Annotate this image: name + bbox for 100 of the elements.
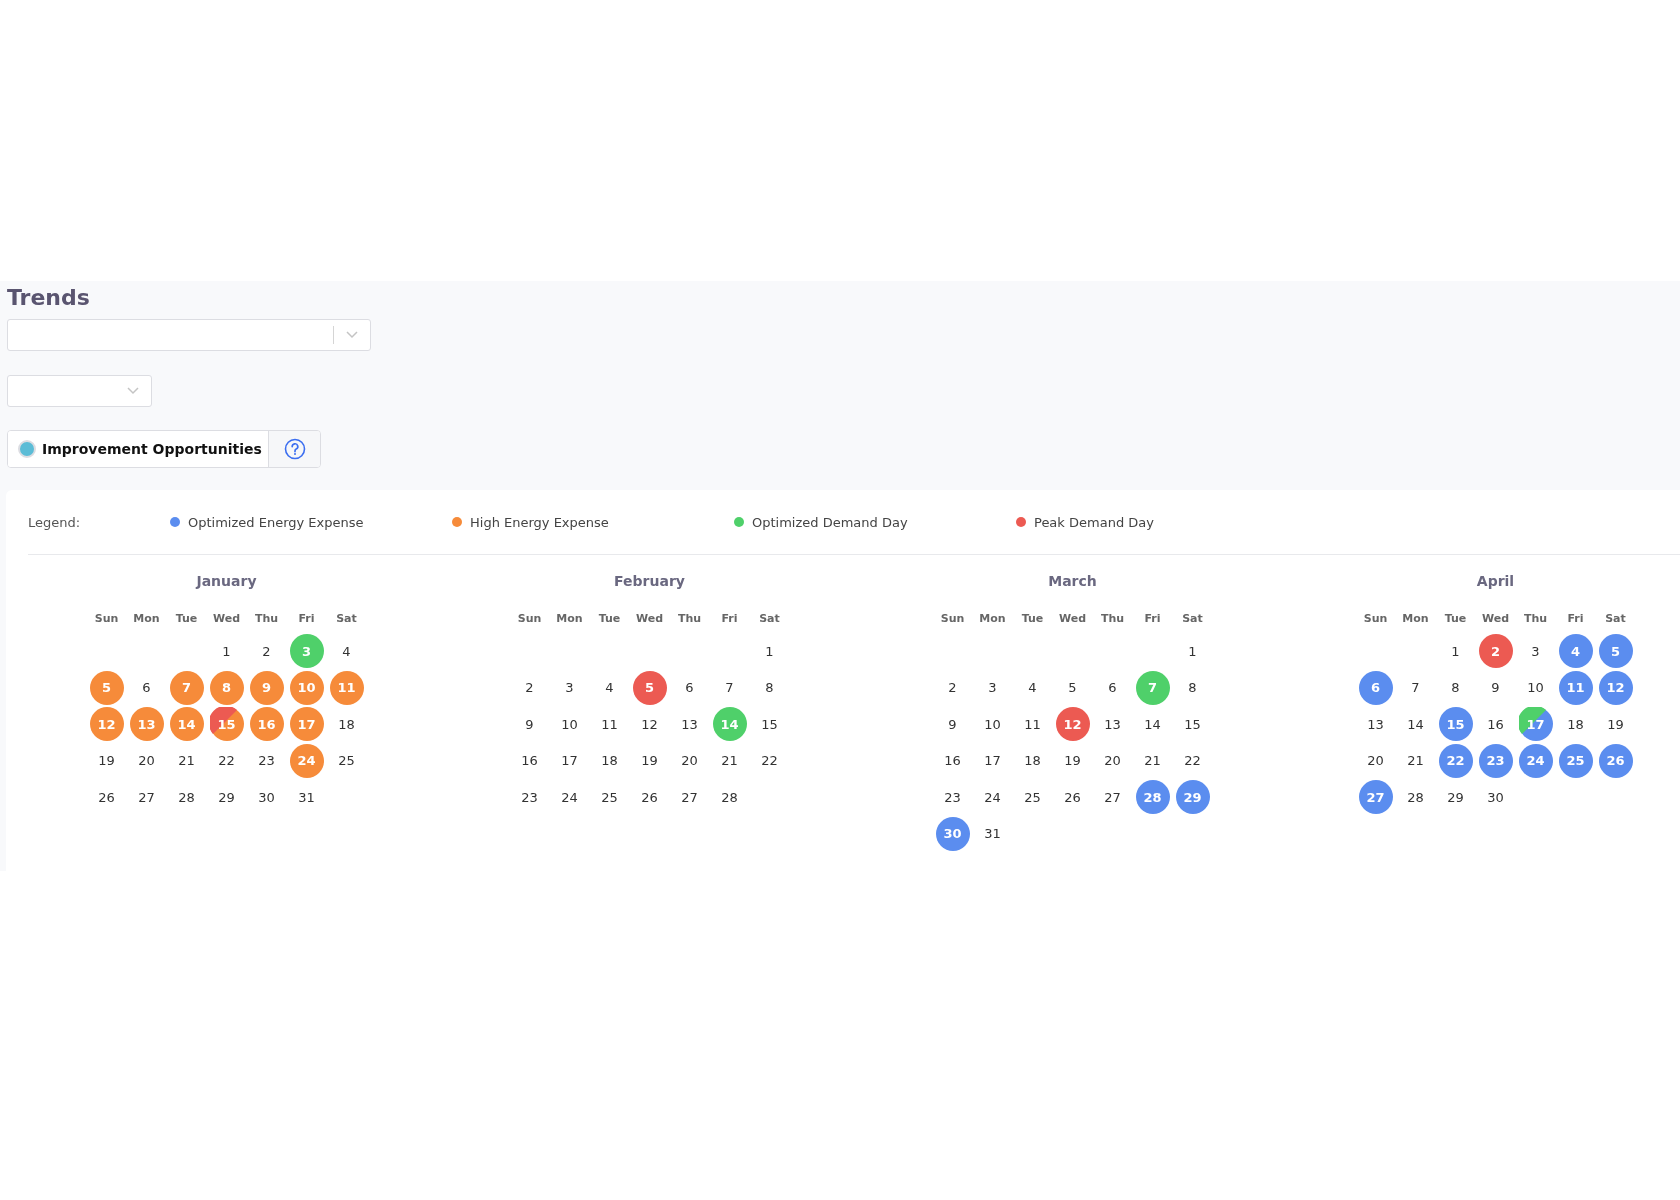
calendar-day[interactable]: 1 [222,643,231,659]
calendar-day[interactable]: 21 [1407,753,1424,769]
page-title: Trends [7,284,90,312]
calendar-day[interactable]: 22 [761,753,778,769]
calendar-day[interactable]: 2 [525,680,534,696]
calendar-day[interactable]: 1 [1188,643,1197,659]
calendar-day[interactable]: 25 [1024,789,1041,805]
dropdown-field[interactable] [7,375,152,407]
calendar-day[interactable]: 23 [944,789,961,805]
calendar-day[interactable]: 24 [984,789,1001,805]
calendar-day[interactable]: 29 [1447,789,1464,805]
calendar-day[interactable]: 6 [1108,680,1117,696]
calendar-day[interactable]: 26 [1064,789,1081,805]
calendar-day[interactable]: 5 [1068,680,1077,696]
chevron-down-icon [127,387,139,395]
calendar-day[interactable]: 20 [681,753,698,769]
calendar-day[interactable]: 12 [641,716,658,732]
calendar-day[interactable]: 28 [721,789,738,805]
calendar-day[interactable]: 19 [1607,716,1624,732]
calendar-day[interactable]: 19 [1064,753,1081,769]
month-title: February [614,572,685,591]
calendar-day[interactable]: 16 [521,753,538,769]
calendar-day[interactable]: 18 [1567,716,1584,732]
chevron-down-icon [346,331,358,339]
calendar-day[interactable]: 22 [218,753,235,769]
calendar-day[interactable]: 21 [721,753,738,769]
calendar-day[interactable]: 11 [601,716,618,732]
calendar-day[interactable]: 9 [1491,680,1500,696]
calendar-day[interactable]: 14 [1407,716,1424,732]
calendar-day[interactable]: 21 [178,753,195,769]
calendar-day[interactable]: 24 [561,789,578,805]
calendar-day[interactable]: 31 [984,826,1001,842]
calendar-day[interactable]: 9 [525,716,534,732]
calendar-day[interactable]: 10 [1527,680,1544,696]
calendar-day[interactable]: 18 [1024,753,1041,769]
calendar-day[interactable]: 28 [1407,789,1424,805]
calendar-day[interactable]: 31 [298,789,315,805]
month-title: April [1476,572,1515,591]
calendar-day[interactable]: 19 [98,753,115,769]
calendar-day[interactable]: 10 [561,716,578,732]
calendar-day[interactable]: 8 [1451,680,1460,696]
calendar-day[interactable]: 27 [681,789,698,805]
calendar-day[interactable]: 10 [984,716,1001,732]
calendar-day[interactable]: 3 [565,680,574,696]
calendar-day[interactable]: 19 [641,753,658,769]
calendar-day[interactable]: 8 [765,680,774,696]
calendar-day[interactable]: 16 [1487,716,1504,732]
calendar-day[interactable]: 13 [1104,716,1121,732]
calendar-day[interactable]: 8 [1188,680,1197,696]
weekday-header: Tue [1443,611,1468,627]
calendar-day[interactable]: 4 [342,643,351,659]
calendar-day[interactable]: 27 [138,789,155,805]
calendar-day[interactable]: 17 [984,753,1001,769]
calendar-day[interactable]: 30 [258,789,275,805]
calendar-day[interactable]: 1 [1451,643,1460,659]
calendar-day[interactable]: 6 [685,680,694,696]
calendar-day[interactable]: 20 [1367,753,1384,769]
calendar-day[interactable]: 15 [1184,716,1201,732]
calendar-day[interactable]: 23 [521,789,538,805]
calendar-day[interactable]: 23 [258,753,275,769]
help-icon [283,438,306,460]
calendar-day[interactable]: 18 [601,753,618,769]
calendar-day[interactable]: 27 [1104,789,1121,805]
calendar-day[interactable]: 20 [1104,753,1121,769]
calendar-day[interactable]: 25 [601,789,618,805]
calendar-day[interactable]: 6 [142,680,151,696]
weekday-header: Sat [335,611,358,627]
weekday-header: Sun [1362,611,1389,627]
calendar-day[interactable]: 4 [1028,680,1037,696]
calendar-day[interactable]: 20 [138,753,155,769]
calendar-day[interactable]: 3 [1531,643,1540,659]
calendar-day[interactable]: 18 [338,716,355,732]
calendar-day[interactable]: 22 [1184,753,1201,769]
calendar-day[interactable]: 30 [1487,789,1504,805]
calendar-day[interactable]: 25 [338,753,355,769]
weekday-header: Wed [1480,611,1511,627]
weekday-header: Mon [1401,611,1430,627]
calendar-day[interactable]: 2 [262,643,271,659]
calendar-day[interactable]: 1 [765,643,774,659]
calendar-day[interactable]: 9 [948,716,957,732]
calendar-day[interactable]: 29 [218,789,235,805]
calendar-day[interactable]: 7 [725,680,734,696]
calendar-day[interactable]: 15 [761,716,778,732]
calendar-day[interactable]: 7 [1411,680,1420,696]
help-button[interactable] [268,431,320,467]
calendar-day[interactable]: 26 [641,789,658,805]
calendar-day[interactable]: 28 [178,789,195,805]
calendar-day[interactable]: 21 [1144,753,1161,769]
calendar-day[interactable]: 16 [944,753,961,769]
dropdown-field[interactable] [7,319,371,351]
calendar-day[interactable]: 14 [1144,716,1161,732]
calendar-day[interactable]: 2 [948,680,957,696]
calendar-day[interactable]: 11 [1024,716,1041,732]
calendar-day[interactable]: 3 [988,680,997,696]
calendar-day[interactable]: 26 [98,789,115,805]
calendar-day[interactable]: 17 [561,753,578,769]
weekday-header: Thu [676,611,703,627]
calendar-day[interactable]: 4 [605,680,614,696]
calendar-day[interactable]: 13 [1367,716,1384,732]
calendar-day[interactable]: 13 [681,716,698,732]
